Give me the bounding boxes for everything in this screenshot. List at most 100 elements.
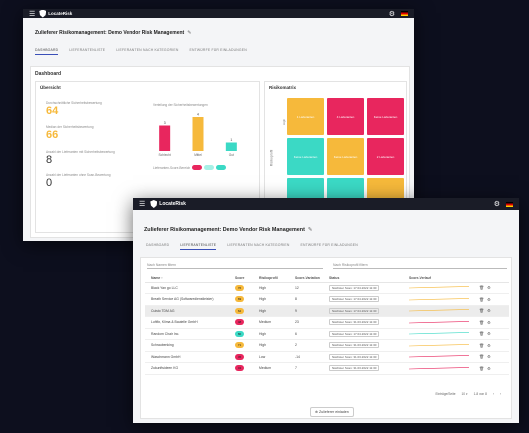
score-cell: 43 — [235, 362, 259, 375]
table-header-row: Name ↑ Score Risikoprofil Score-Variatio… — [145, 274, 509, 283]
score-trend-cell — [409, 328, 479, 340]
top-bar: ☰ LocateRisk ⚙ — [133, 198, 519, 210]
matrix-cell[interactable]: Keine Lieferanten — [287, 138, 324, 175]
col-score[interactable]: Score — [235, 274, 259, 283]
delete-icon[interactable]: 🗑 — [479, 343, 484, 348]
edit-pencil-icon[interactable]: ✎ — [187, 30, 191, 36]
delete-icon[interactable]: 🗑 — [479, 366, 484, 371]
col-score-variation[interactable]: Score-Variation — [295, 274, 329, 283]
kpi-rated-count-value: 8 — [46, 154, 53, 166]
settings-icon[interactable]: ⚙ — [487, 354, 491, 359]
bar-schlecht — [159, 125, 171, 151]
supplier-name: Luftfix, Klima & Bautelle GmbH — [145, 316, 235, 329]
supplier-name: Breath Service AG (Softwaredienstleister… — [145, 293, 235, 306]
delete-icon[interactable]: 🗑 — [479, 308, 484, 313]
table-row[interactable]: Waschmann GmbH 45 Low -14 Nächster Scan: 31.… — [145, 351, 509, 363]
tab-supplier-list[interactable]: LIEFERANTENLISTE — [180, 243, 217, 250]
tab-dashboard[interactable]: DASHBOARD — [146, 243, 169, 250]
top-bar: ☰ LocateRisk ⚙ — [23, 9, 414, 18]
supplier-name: Waschmann GmbH — [145, 351, 235, 363]
risk-profile: Medium — [259, 362, 295, 375]
matrix-cell[interactable]: Keine Lieferanten — [367, 98, 404, 135]
tab-suppliers-by-category[interactable]: LIEFERANTEN NACH KATEGORIEN — [227, 243, 289, 250]
settings-icon[interactable]: ⚙ — [487, 285, 491, 290]
name-filter-input[interactable]: Nach Namen filtern — [147, 263, 323, 269]
per-page-select[interactable]: 10 ▾ — [462, 392, 468, 396]
tab-dashboard[interactable]: DASHBOARD — [35, 48, 59, 55]
score-trend-sparkline — [409, 366, 470, 370]
page-title: Zulieferer Risikomanagement: Demo Vendor… — [35, 30, 192, 36]
menu-icon[interactable]: ☰ — [139, 200, 145, 208]
bar-gut — [225, 142, 237, 151]
score-trend-sparkline — [409, 355, 470, 358]
delete-icon[interactable]: 🗑 — [479, 331, 484, 336]
settings-icon[interactable]: ⚙ — [487, 297, 491, 302]
score-badge: 62 — [235, 307, 244, 314]
settings-icon[interactable]: ⚙ — [487, 308, 491, 313]
menu-icon[interactable]: ☰ — [29, 10, 35, 18]
delete-icon[interactable]: 🗑 — [479, 285, 484, 290]
row-actions: 🗑 ⚙ — [479, 282, 509, 294]
tab-supplier-list[interactable]: LIEFERANTENLISTE — [69, 48, 105, 55]
col-name[interactable]: Name ↑ — [145, 274, 235, 283]
risk-profile: High — [259, 328, 295, 340]
tab-invitation-drafts[interactable]: ENTWÜRFE FÜR EINLADUNGEN — [301, 243, 358, 250]
edit-pencil-icon[interactable]: ✎ — [308, 227, 313, 233]
risk-profile-filter-select[interactable]: Nach Risikoprofil filtern — [333, 263, 507, 269]
table-row[interactable]: Luftfix, Klima & Bautelle GmbH 48 Medium 23… — [145, 316, 509, 329]
delete-icon[interactable]: 🗑 — [479, 320, 484, 325]
data-label-gut: 1 — [230, 138, 232, 142]
score-variation: -14 — [295, 351, 329, 363]
settings-icon[interactable]: ⚙ — [487, 320, 491, 325]
matrix-cell[interactable]: 4 Lieferanten — [327, 98, 364, 135]
kpi-average-value: 64 — [46, 105, 59, 117]
matrix-cell[interactable]: 2 Lieferanten — [367, 138, 404, 175]
col-status[interactable]: Status — [329, 274, 409, 283]
legend-low-pill[interactable] — [192, 165, 203, 170]
overview-heading: Übersicht — [40, 85, 61, 90]
next-page-icon[interactable]: › — [500, 392, 501, 396]
tab-suppliers-by-category[interactable]: LIEFERANTEN NACH KATEGORIEN — [116, 48, 178, 55]
score-badge: 48 — [235, 319, 244, 326]
table-row[interactable]: Black Yan go LLC 76 High 12 Nächster Scan: 1… — [145, 282, 509, 294]
legend-mid-pill[interactable] — [204, 165, 215, 170]
supplier-list-window: ☰ LocateRisk ⚙ Zulieferer Risikomanageme… — [133, 198, 519, 423]
german-flag-icon[interactable] — [506, 201, 513, 207]
row-actions: 🗑 ⚙ — [479, 293, 509, 306]
kpi-median-value: 66 — [46, 129, 59, 141]
invite-supplier-button[interactable]: ⊕ Zulieferer einladen — [310, 407, 354, 417]
german-flag-icon[interactable] — [401, 11, 408, 16]
row-actions: 🗑 ⚙ — [479, 362, 509, 375]
gear-icon[interactable]: ⚙ — [389, 10, 395, 18]
table-row[interactable]: Cuisto TDM AG 62 High 9 Nächster Scan: 17.04… — [145, 305, 509, 317]
prev-page-icon[interactable]: ‹ — [493, 392, 494, 396]
table-row[interactable]: Schraubenking 71 High 2 Nächster Scan: 31.03… — [145, 339, 509, 352]
table-row[interactable]: Breath Service AG (Softwaredienstleister… — [145, 293, 509, 306]
tab-invitation-drafts[interactable]: ENTWÜRFE FÜR EINLADUNGEN — [190, 48, 247, 55]
score-trend-sparkline — [409, 286, 470, 289]
score-variation: 6 — [295, 328, 329, 340]
delete-icon[interactable]: 🗑 — [479, 354, 484, 359]
settings-icon[interactable]: ⚙ — [487, 331, 491, 336]
score-badge: 43 — [235, 365, 244, 372]
supplier-table: Name ↑ Score Risikoprofil Score-Variatio… — [145, 274, 509, 375]
score-variation: 7 — [295, 362, 329, 375]
kpi-average: Durchschnittliche Sicherheitsbewertung 6… — [46, 101, 102, 117]
matrix-cell[interactable]: 1 Lieferanten — [287, 98, 324, 135]
matrix-cell[interactable]: Keine Lieferanten — [327, 138, 364, 175]
score-variation: 9 — [295, 305, 329, 317]
delete-icon[interactable]: 🗑 — [479, 297, 484, 302]
col-risk-profile[interactable]: Risikoprofil — [259, 274, 295, 283]
settings-icon[interactable]: ⚙ — [487, 366, 491, 371]
bar-mittel — [192, 117, 204, 151]
score-variation: 2 — [295, 339, 329, 352]
pagination: Einträge/Seite 10 ▾ 1-8 von 8 ‹ › — [435, 392, 502, 396]
score-trend-sparkline — [409, 332, 470, 335]
legend-high-pill[interactable] — [216, 165, 227, 170]
settings-icon[interactable]: ⚙ — [487, 343, 491, 348]
table-row[interactable]: Zukunftsideen KG 43 Medium 7 Nächster Scan: … — [145, 362, 509, 375]
gear-icon[interactable]: ⚙ — [494, 200, 500, 208]
table-row[interactable]: Random Chair Inc. 80 High 6 Nächster Scan: 1… — [145, 328, 509, 340]
row-actions: 🗑 ⚙ — [479, 305, 509, 317]
sparkline-path — [409, 320, 470, 324]
